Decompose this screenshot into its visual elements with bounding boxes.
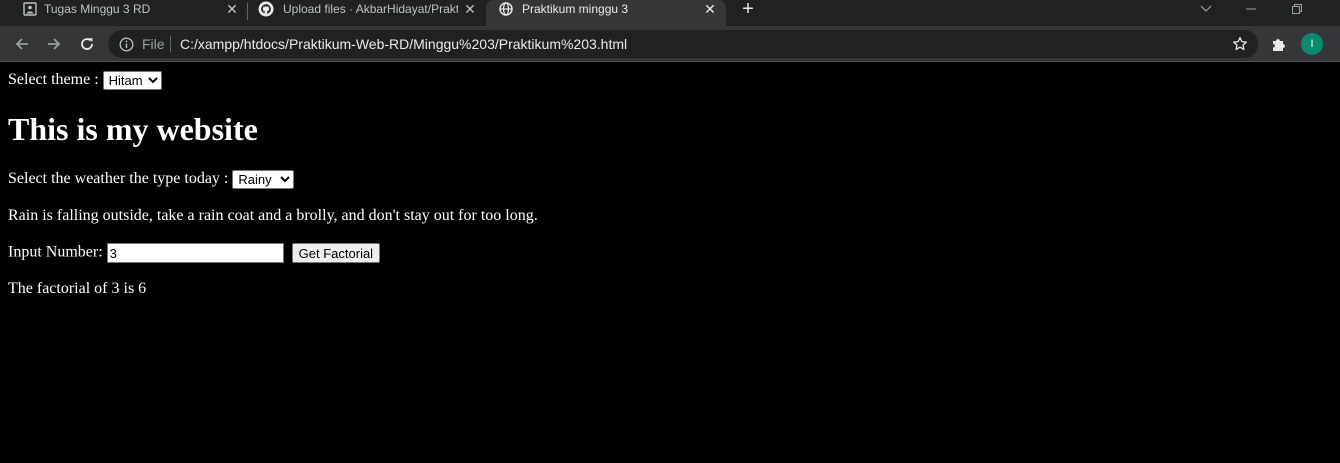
close-tab-icon[interactable]: ✕ [224, 1, 240, 17]
get-factorial-button[interactable]: Get Factorial [291, 243, 381, 263]
tab-tugas-minggu-3[interactable]: Tugas Minggu 3 RD ✕ [8, 0, 246, 26]
bookmark-star-icon[interactable] [1232, 36, 1248, 52]
tab-title: Praktikum minggu 3 [522, 2, 629, 16]
close-tab-icon[interactable]: ✕ [462, 1, 478, 17]
back-arrow-icon[interactable] [12, 34, 32, 54]
profile-avatar[interactable]: I [1301, 33, 1323, 55]
tab-strip: Tugas Minggu 3 RD ✕ Upload files · Akbar… [0, 0, 1340, 26]
page-image-icon [22, 1, 38, 17]
weather-message: Rain is falling outside, take a rain coa… [8, 207, 538, 224]
close-tab-icon[interactable]: ✕ [702, 1, 718, 17]
theme-row: Select theme : Hitam [8, 71, 162, 90]
number-input[interactable] [106, 243, 284, 263]
forward-arrow-icon[interactable] [44, 34, 64, 54]
address-divider [170, 36, 171, 52]
url-text[interactable]: C:/xampp/htdocs/Praktikum-Web-RD/Minggu%… [180, 36, 627, 52]
theme-select[interactable]: Hitam [102, 71, 162, 90]
tab-praktikum-minggu-3[interactable]: Praktikum minggu 3 ✕ [486, 0, 726, 26]
number-label: Input Number: [8, 243, 103, 261]
weather-label: Select the weather the type today : [8, 170, 229, 188]
info-icon[interactable] [118, 36, 134, 52]
restore-window-icon[interactable] [1287, 0, 1307, 18]
tab-upload-files[interactable]: Upload files · AkbarHidayat/Prakt ✕ [248, 0, 484, 26]
extensions-puzzle-icon[interactable] [1270, 35, 1288, 53]
reload-icon[interactable] [77, 34, 97, 54]
browser-toolbar: File C:/xampp/htdocs/Praktikum-Web-RD/Mi… [0, 26, 1340, 62]
tab-title: Upload files · AkbarHidayat/Prakt [283, 2, 458, 16]
globe-icon [498, 1, 514, 17]
page-content: Select theme : Hitam This is my website … [0, 62, 1340, 463]
factorial-result: The factorial of 3 is 6 [8, 280, 147, 297]
github-icon [258, 1, 274, 17]
page-heading: This is my website [8, 111, 258, 147]
tab-title: Tugas Minggu 3 RD [44, 2, 151, 16]
factorial-row: Input Number: Get Factorial [8, 243, 381, 263]
new-tab-button[interactable]: + [738, 0, 758, 20]
minimize-window-icon[interactable] [1241, 0, 1261, 18]
weather-select[interactable]: Rainy [232, 170, 295, 189]
weather-row: Select the weather the type today : Rain… [8, 170, 295, 189]
tab-search-icon[interactable] [1196, 0, 1216, 18]
file-scheme-label: File [142, 36, 165, 52]
theme-label: Select theme : [8, 71, 99, 89]
address-bar[interactable]: File C:/xampp/htdocs/Praktikum-Web-RD/Mi… [108, 30, 1258, 58]
